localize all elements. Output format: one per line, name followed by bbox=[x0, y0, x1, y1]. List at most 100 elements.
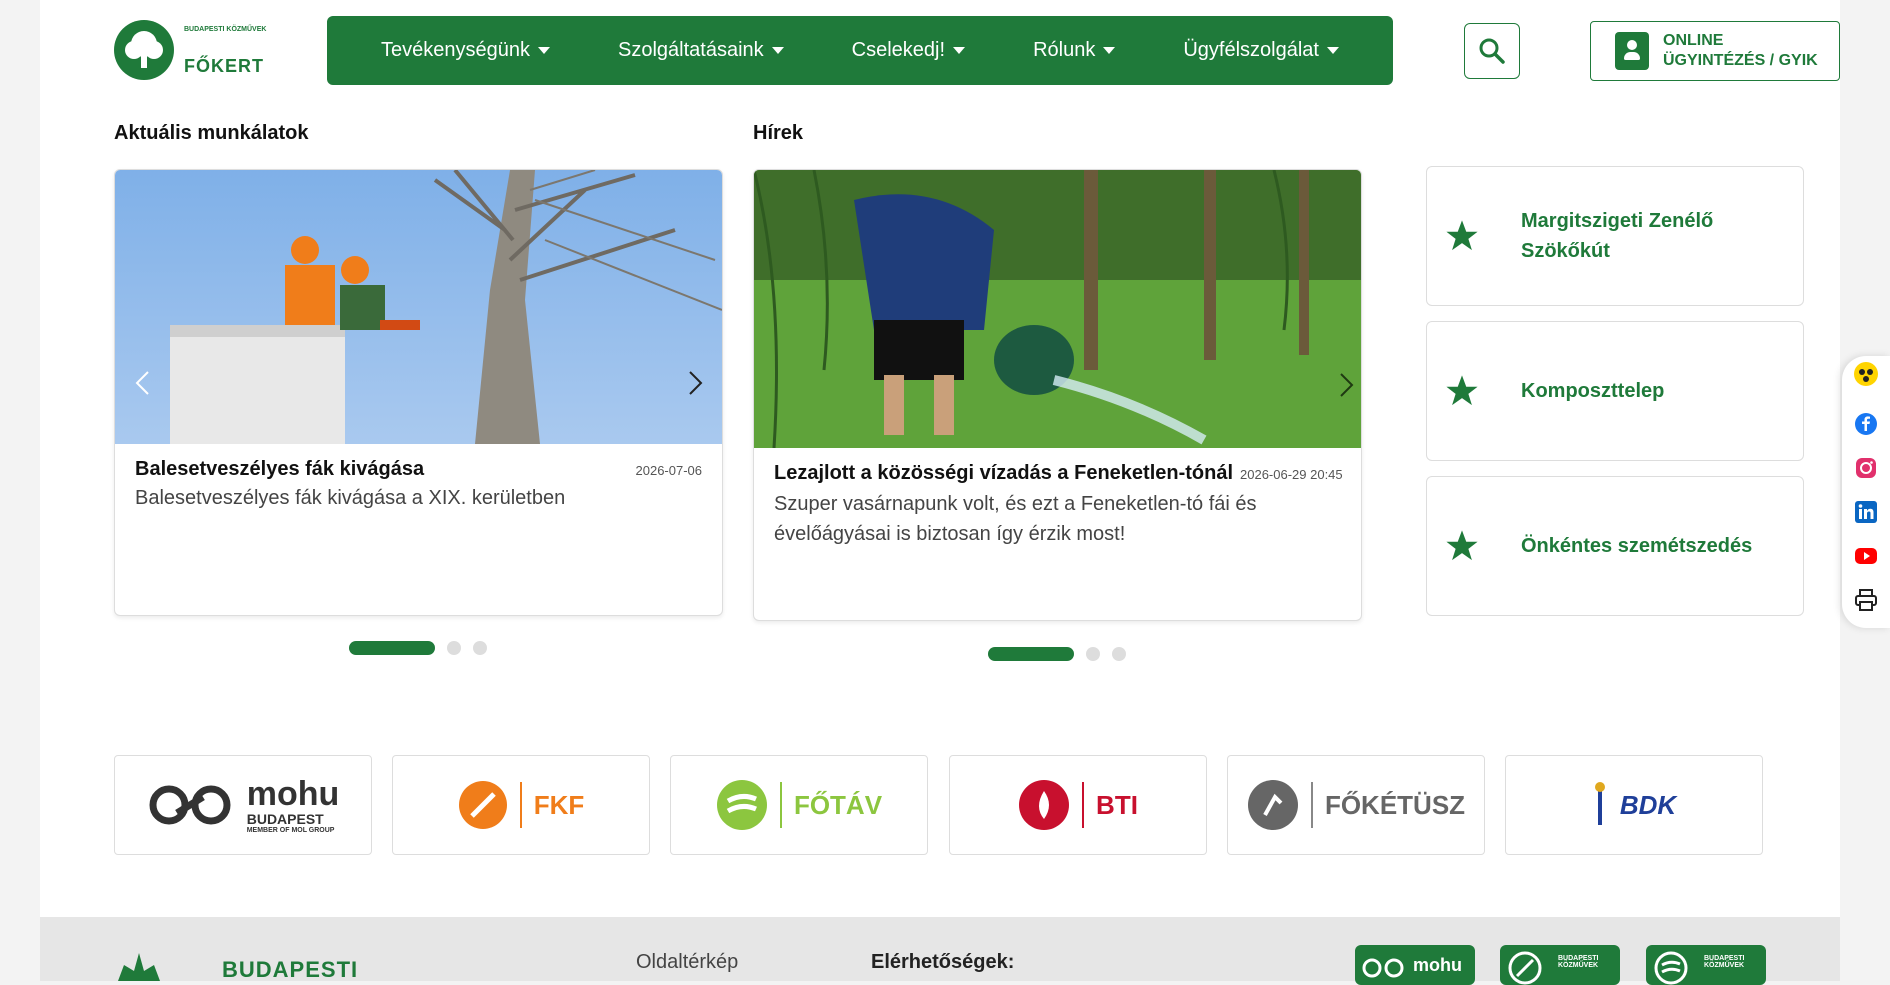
quick-link-szemetszedes[interactable]: Önkéntes szemétszedés bbox=[1426, 476, 1804, 616]
quick-link-label: Önkéntes szemétszedés bbox=[1521, 535, 1753, 557]
partner-bti[interactable]: BTI bbox=[949, 755, 1207, 855]
works-card[interactable]: Balesetveszélyes fák kivágása 2026-07-06… bbox=[114, 169, 723, 616]
nav-label: Tevékenységünk bbox=[381, 39, 530, 61]
works-card-description: Balesetveszélyes fák kivágása a XIX. ker… bbox=[135, 487, 566, 509]
works-carousel-dots bbox=[349, 641, 487, 655]
partner-name: BDK bbox=[1619, 789, 1677, 820]
news-card-date: 2026-06-29 20:45 bbox=[1240, 467, 1343, 482]
news-carousel-dots bbox=[988, 647, 1126, 661]
divider bbox=[1082, 782, 1085, 828]
nav-item-rolunk[interactable]: Rólunk bbox=[1033, 39, 1116, 62]
search-button[interactable] bbox=[1464, 23, 1520, 79]
star-icon bbox=[1446, 530, 1478, 561]
carousel-dot-active[interactable] bbox=[988, 647, 1074, 661]
star-icon bbox=[1446, 220, 1478, 251]
nav-item-szolgaltatasaink[interactable]: Szolgáltatásaink bbox=[618, 39, 784, 62]
carousel-next-icon[interactable] bbox=[1332, 372, 1358, 398]
caret-down-icon bbox=[771, 47, 784, 54]
footer-brand: BUDAPESTI bbox=[222, 957, 359, 982]
partner-name: FKF bbox=[533, 789, 585, 820]
footer-badge-fkf[interactable]: BUDAPESTI KÖZMŰVEK bbox=[1500, 945, 1620, 985]
site-logo[interactable]: BUDAPESTI KÖZMŰVEK FŐKERT bbox=[114, 20, 266, 84]
partner-fotav[interactable]: FŐTÁV bbox=[670, 755, 928, 855]
page: BUDAPESTI KÖZMŰVEK FŐKERT Tevékenységünk… bbox=[40, 0, 1840, 985]
youtube-icon[interactable] bbox=[1854, 544, 1878, 568]
tree-cutting-image bbox=[115, 170, 722, 444]
watering-image bbox=[754, 170, 1361, 449]
partner-name: BTI bbox=[1096, 789, 1138, 820]
footer-sitemap-link[interactable]: Oldaltérkép bbox=[636, 951, 738, 974]
carousel-dot[interactable] bbox=[473, 641, 487, 655]
mohu-logo-icon bbox=[1362, 958, 1404, 978]
nav-label: Szolgáltatásaink bbox=[618, 39, 764, 61]
quick-link-szokokut[interactable]: Margitszigeti Zenélő Szökőkút bbox=[1426, 166, 1804, 306]
works-card-date: 2026-07-06 bbox=[635, 463, 703, 478]
caret-down-icon bbox=[537, 47, 550, 54]
accessibility-icon[interactable] bbox=[1854, 362, 1878, 386]
footer-contacts-title: Elérhetőségek: bbox=[871, 951, 1015, 973]
mohu-logo-icon bbox=[149, 785, 231, 825]
partner-foketusz[interactable]: FŐKÉTÜSZ bbox=[1227, 755, 1485, 855]
divider bbox=[1310, 782, 1313, 828]
footer-badge-mohu[interactable]: mohu bbox=[1355, 945, 1475, 985]
social-sidebar bbox=[1842, 356, 1890, 628]
online-label-line1: ONLINE bbox=[1663, 32, 1724, 49]
footer-badge-fotav[interactable]: BUDAPESTI KÖZMŰVEK bbox=[1646, 945, 1766, 985]
print-icon[interactable] bbox=[1854, 588, 1878, 612]
partner-fkf[interactable]: FKF bbox=[392, 755, 650, 855]
nav-label: Rólunk bbox=[1033, 39, 1096, 61]
fotav-logo-icon bbox=[1654, 951, 1688, 985]
partner-mohu[interactable]: mohu BUDAPEST MEMBER OF MOL GROUP bbox=[114, 755, 372, 855]
bti-logo-icon bbox=[1019, 780, 1070, 830]
budapest-crest-icon bbox=[118, 953, 160, 981]
works-card-title[interactable]: Balesetveszélyes fák kivágása bbox=[135, 458, 424, 481]
partner-name: FŐKÉTÜSZ bbox=[1324, 789, 1466, 820]
carousel-dot-active[interactable] bbox=[349, 641, 435, 655]
logo-subtitle: BUDAPESTI KÖZMŰVEK bbox=[184, 26, 267, 33]
bdk-logo-icon bbox=[1594, 782, 1605, 825]
footer-badge-sub: BUDAPESTI KÖZMŰVEK bbox=[1704, 955, 1745, 969]
footer-badge-sub: BUDAPESTI KÖZMŰVEK bbox=[1558, 955, 1599, 969]
foketusz-logo-icon bbox=[1247, 780, 1298, 830]
news-section-title: Hírek bbox=[753, 122, 804, 144]
fotav-logo-icon bbox=[716, 780, 767, 830]
divider bbox=[519, 782, 522, 828]
facebook-icon[interactable] bbox=[1854, 412, 1878, 436]
partner-name: mohu bbox=[246, 774, 340, 813]
partner-bdk[interactable]: BDK bbox=[1505, 755, 1763, 855]
caret-down-icon bbox=[953, 47, 966, 54]
partner-tag: MEMBER OF MOL GROUP bbox=[246, 826, 335, 834]
instagram-icon[interactable] bbox=[1854, 456, 1878, 480]
footer: BUDAPESTI Oldaltérkép Elérhetőségek: moh… bbox=[40, 917, 1840, 985]
news-card[interactable]: Lezajlott a közösségi vízadás a Feneketl… bbox=[753, 169, 1362, 621]
search-icon bbox=[1479, 38, 1505, 64]
nav-item-cselekedj[interactable]: Cselekedj! bbox=[852, 39, 966, 62]
online-services-button[interactable]: ONLINE ÜGYINTÉZÉS / GYIK bbox=[1590, 21, 1840, 81]
linkedin-icon[interactable] bbox=[1854, 500, 1878, 524]
divider bbox=[779, 782, 782, 828]
carousel-dot[interactable] bbox=[447, 641, 461, 655]
works-section-title: Aktuális munkálatok bbox=[114, 122, 309, 144]
partner-sub: BUDAPEST bbox=[246, 810, 324, 827]
news-card-title[interactable]: Lezajlott a közösségi vízadás a Feneketl… bbox=[774, 462, 1233, 485]
online-label-line2: ÜGYINTÉZÉS / GYIK bbox=[1663, 52, 1818, 69]
quick-link-komposzttelep[interactable]: Komposzttelep bbox=[1426, 321, 1804, 461]
footer-badge-label: mohu bbox=[1413, 955, 1462, 975]
carousel-next-icon[interactable] bbox=[681, 370, 707, 396]
carousel-dot[interactable] bbox=[1086, 647, 1100, 661]
nav-label: Ügyfélszolgálat bbox=[1183, 39, 1319, 61]
fkf-logo-icon bbox=[1508, 951, 1542, 985]
fkf-logo-icon bbox=[458, 781, 507, 829]
news-card-description: Szuper vasárnapunk volt, és ezt a Feneke… bbox=[774, 493, 1257, 545]
nav-item-tevekenysegunk[interactable]: Tevékenységünk bbox=[381, 39, 550, 62]
logo-name: FŐKERT bbox=[184, 56, 264, 76]
caret-down-icon bbox=[1103, 47, 1116, 54]
main-navigation: Tevékenységünk Szolgáltatásaink Cseleked… bbox=[327, 16, 1393, 85]
nav-item-ugyfelszolgalat[interactable]: Ügyfélszolgálat bbox=[1183, 39, 1339, 62]
carousel-prev-icon[interactable] bbox=[131, 370, 157, 396]
user-badge-icon bbox=[1615, 32, 1649, 70]
tree-logo-icon bbox=[114, 20, 174, 80]
partner-name: FŐTÁV bbox=[793, 789, 883, 820]
carousel-dot[interactable] bbox=[1112, 647, 1126, 661]
quick-link-label: Komposzttelep bbox=[1521, 380, 1665, 402]
